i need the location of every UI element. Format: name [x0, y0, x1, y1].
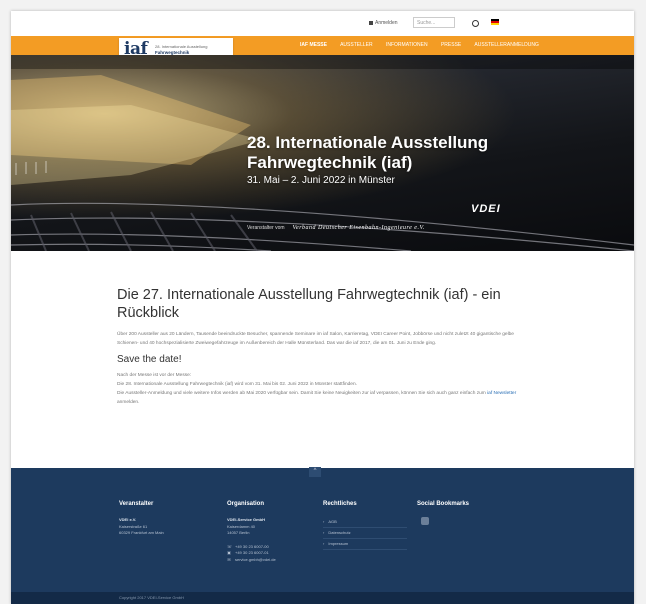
phone-number: +49 30 23 6007-00 — [235, 543, 269, 549]
organizer-prefix: Veranstalter vom — [247, 225, 285, 231]
footer-link-datenschutz[interactable]: › Datenschutz — [323, 528, 407, 539]
chevron-right-icon: › — [323, 519, 325, 524]
footer-link-label: Datenschutz — [328, 530, 351, 535]
nav-menu: IAF MESSE AUSSTELLER INFORMATIONEN PRESS… — [300, 42, 551, 48]
nav-item-iaf-messe[interactable]: IAF MESSE — [300, 42, 327, 48]
article: Die 27. Internationale Ausstellung Fahrw… — [117, 286, 517, 407]
footer-heading-social: Social Bookmarks — [417, 501, 470, 507]
nav-item-ausstelleranmeldung[interactable]: AUSSTELLERANMELDUNG — [474, 42, 538, 48]
organizer-line: Veranstalter vom Verband Deutscher Eisenb… — [247, 225, 425, 231]
scroll-to-top-button[interactable]: ^ — [309, 467, 321, 477]
footer-link-label: AGB — [328, 519, 337, 524]
article-intro: Über 200 Aussteller aus 20 Ländern, Taus… — [117, 332, 514, 346]
article-paragraph-2: Nach der Messe ist vor der Messe: Die 28… — [117, 371, 517, 407]
social-bookmark-icon[interactable] — [421, 517, 429, 525]
footer-col-rechtliches: Rechtliches › AGB › Datenschutz › Impressum — [323, 501, 407, 550]
nav-item-informationen[interactable]: INFORMATIONEN — [386, 42, 428, 48]
footer-line: 60329 Frankfurt am Main — [119, 530, 164, 535]
footer-link-agb[interactable]: › AGB — [323, 517, 407, 528]
mail-icon: ✉ — [227, 556, 231, 562]
footer-col-social: Social Bookmarks — [417, 501, 469, 525]
footer-link-impressum[interactable]: › Impressum — [323, 539, 407, 550]
copyright-bar: Copyright 2017 VDEI-Service GmbH — [11, 592, 634, 604]
footer-heading-organisation: Organisation — [227, 501, 265, 507]
email-address: service.gmbh@vdei.de — [235, 556, 276, 562]
hero-banner: 28. Internationale Ausstellung Fahrwegte… — [11, 55, 634, 251]
login-label: Anmelden — [375, 20, 398, 26]
logo-line-1: 28. Internationale Ausstellung — [155, 44, 208, 49]
vdei-logo: VDEI — [471, 203, 501, 215]
chevron-right-icon: › — [323, 530, 325, 535]
save-the-date-heading: Save the date! — [117, 354, 182, 365]
search-input[interactable]: Suche... — [413, 17, 455, 28]
browser-page: Anmelden Suche... iaf 28. Internationale… — [11, 11, 634, 604]
paragraph-end: anmelden. — [117, 400, 140, 405]
nav-item-aussteller[interactable]: AUSSTELLER — [340, 42, 373, 48]
paragraph-line-1: Nach der Messe ist vor der Messe: — [117, 373, 192, 378]
chevron-right-icon: › — [323, 541, 325, 546]
footer-heading-veranstalter: Veranstalter — [119, 501, 154, 507]
copyright-text: Copyright 2017 VDEI-Service GmbH — [119, 595, 184, 600]
organizer-name: Verband Deutscher Eisenbahn-Ingenieure e… — [292, 225, 425, 231]
footer-col-veranstalter: Veranstalter VDEI e.V. Kaiserstraße 61 6… — [119, 501, 164, 537]
paragraph-line-2: Die 28. Internationale Ausstellung Fahrw… — [117, 382, 357, 387]
footer-link-label: Impressum — [328, 541, 349, 546]
nav-item-presse[interactable]: PRESSE — [441, 42, 461, 48]
top-utility-bar: Anmelden Suche... — [11, 11, 634, 36]
german-flag-icon[interactable] — [491, 19, 499, 25]
footer-col-organisation: Organisation VDEI-Service GmbH Kaiserdam… — [227, 501, 276, 563]
footer-heading-rechtliches: Rechtliches — [323, 501, 357, 507]
login-link[interactable]: Anmelden — [369, 20, 398, 26]
paragraph-line-3: Die Aussteller-Anmeldung und viele weite… — [117, 391, 486, 396]
article-title: Die 27. Internationale Ausstellung Fahrw… — [117, 287, 501, 321]
newsletter-link[interactable]: iaf Newsletter — [487, 391, 516, 396]
search-icon[interactable] — [472, 20, 479, 27]
footer-email[interactable]: ✉ service.gmbh@vdei.de — [227, 556, 276, 564]
lock-icon — [369, 20, 373, 25]
site-footer: ^ Veranstalter VDEI e.V. Kaiserstraße 61… — [11, 467, 634, 604]
fax-number: +49 30 23 6007-01 — [235, 550, 269, 555]
hero-title: 28. Internationale Ausstellung Fahrwegte… — [247, 133, 489, 172]
hero-dates: 31. Mai – 2. Juni 2022 in Münster — [247, 175, 395, 186]
